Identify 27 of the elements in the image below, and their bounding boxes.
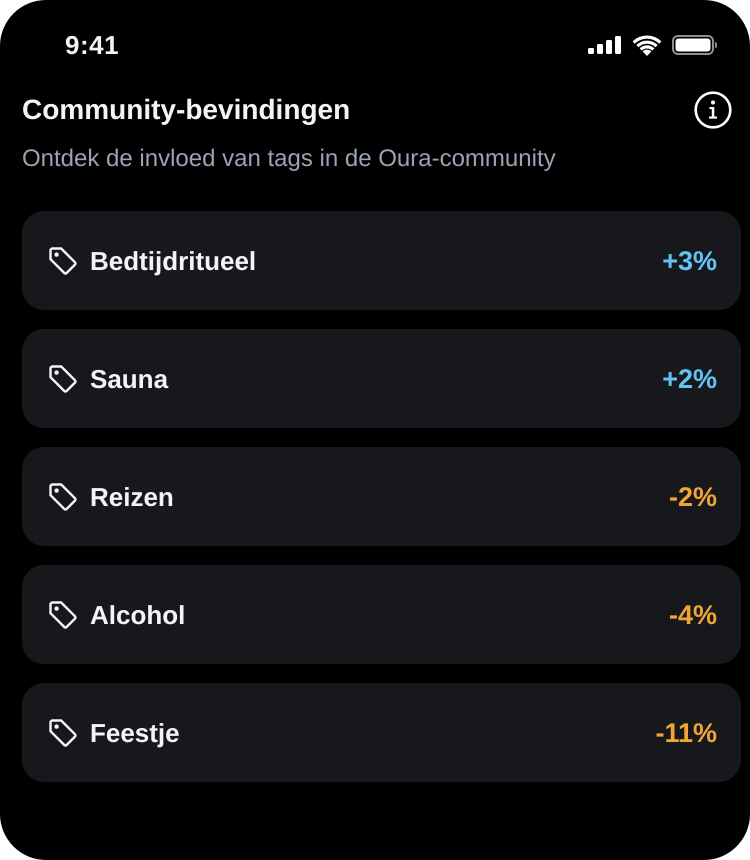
info-icon[interactable]	[694, 91, 732, 129]
page-subtitle: Ontdek de invloed van tags in de Oura-community	[22, 144, 557, 174]
tag-icon	[48, 718, 78, 748]
status-time: 9:41	[65, 28, 120, 62]
tag-label: Sauna	[90, 362, 170, 394]
change-percentage: -4%	[668, 598, 717, 630]
battery-icon	[672, 35, 718, 55]
tag-card[interactable]: Reizen -2%	[22, 447, 741, 546]
tag-icon	[48, 364, 78, 394]
change-percentage: +3%	[662, 244, 717, 276]
tag-card[interactable]: Sauna +2%	[22, 329, 741, 428]
tag-icon	[48, 246, 78, 276]
change-percentage: +2%	[662, 362, 717, 394]
tag-icon	[48, 482, 78, 512]
tag-card[interactable]: Bedtijdritueel +3%	[22, 211, 741, 310]
tag-card[interactable]: Feestje -11%	[22, 683, 741, 782]
change-percentage: -11%	[655, 716, 717, 748]
change-percentage: -2%	[668, 480, 717, 512]
page-title: Community-bevindingen	[22, 93, 350, 127]
signal-icon	[588, 36, 622, 54]
tag-label: Bedtijdritueel	[90, 244, 258, 276]
tag-label: Alcohol	[90, 598, 186, 630]
tag-label: Feestje	[90, 716, 181, 748]
tag-icon	[48, 600, 78, 630]
tag-label: Reizen	[90, 480, 175, 512]
tag-card[interactable]: Alcohol -4%	[22, 565, 741, 664]
wifi-icon	[632, 34, 662, 56]
